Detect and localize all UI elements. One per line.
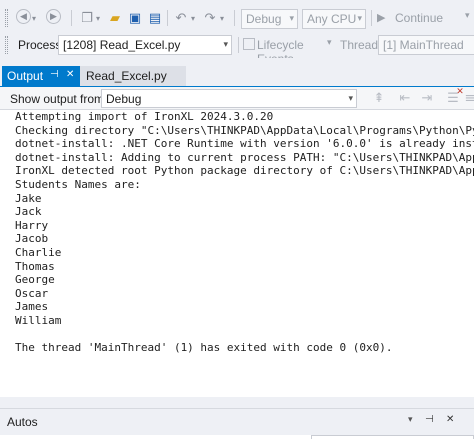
chevron-down-icon: ▾ xyxy=(357,14,362,24)
output-lines: Attempting import of IronXL 2024.3.0.20 C… xyxy=(15,110,474,355)
output-line: Checking directory "C:\Users\THINKPAD\Ap… xyxy=(15,123,474,137)
lifecycle-events-button[interactable]: Lifecycle Events xyxy=(241,36,335,66)
play-icon: ▶ xyxy=(377,11,386,24)
lifecycle-events-icon xyxy=(243,38,255,50)
redo-icon[interactable]: ↷ xyxy=(201,9,219,27)
pin-icon[interactable]: ⊣ xyxy=(50,69,59,80)
process-select[interactable]: [1208] Read_Excel.py ▾ xyxy=(58,35,232,55)
output-line: Students Names are: xyxy=(15,177,141,191)
autos-search-box-edge[interactable] xyxy=(311,435,474,439)
autos-title: Autos xyxy=(7,415,38,429)
tab-output[interactable]: Output ⊣ ✕ xyxy=(2,66,80,87)
output-line: dotnet-install: Adding to current proces… xyxy=(15,150,474,164)
tab-read-excel[interactable]: Read_Excel.py xyxy=(80,66,186,87)
output-source-select[interactable]: Debug ▾ xyxy=(101,89,357,108)
chevron-down-icon[interactable]: ▾ xyxy=(189,9,197,27)
output-line: Attempting import of IronXL 2024.3.0.20 xyxy=(15,110,274,123)
output-line: IronXL detected root Python package dire… xyxy=(15,164,474,178)
output-line: William xyxy=(15,313,62,327)
output-line: Jacob xyxy=(15,232,49,246)
word-wrap-icon[interactable]: ≡ xyxy=(465,89,474,107)
output-line: George xyxy=(15,273,55,287)
output-line: Jake xyxy=(15,191,42,205)
thread-value: [1] MainThread xyxy=(383,38,464,52)
continue-label: Continue xyxy=(395,11,444,25)
close-icon[interactable]: ✕ xyxy=(446,414,454,425)
toolbar-grip[interactable] xyxy=(5,36,8,54)
tab-read-excel-label: Read_Excel.py xyxy=(86,69,167,83)
chevron-down-icon: ▾ xyxy=(348,94,353,104)
output-line: dotnet-install: .NET Core Runtime with v… xyxy=(15,137,474,151)
debug-location-toolbar: Process: [1208] Read_Excel.py ▾ Lifecycl… xyxy=(0,32,474,66)
solution-config-value: Debug xyxy=(246,12,282,26)
continue-button[interactable]: ▶ Continue ▾ xyxy=(375,10,474,28)
output-line: Oscar xyxy=(15,286,49,300)
pin-icon[interactable]: ⊣ xyxy=(425,414,434,425)
chevron-down-icon[interactable]: ▾ xyxy=(327,38,332,48)
platform-value: Any CPU xyxy=(307,12,357,26)
forward-icon[interactable]: ▶ xyxy=(46,9,61,24)
tab-output-label: Output xyxy=(7,69,44,83)
back-icon[interactable]: ◀ xyxy=(16,9,31,24)
thread-select[interactable]: [1] MainThread xyxy=(378,35,474,55)
open-folder-icon[interactable]: ▰ xyxy=(106,9,124,27)
toolbar-separator xyxy=(167,10,168,26)
output-line: James xyxy=(15,300,49,314)
show-output-label: Show output from: xyxy=(10,92,108,106)
find-message-icon[interactable]: ⇞ xyxy=(370,89,388,107)
save-icon[interactable]: ▣ xyxy=(126,9,144,27)
autos-header: Autos ▾ ⊣ ✕ xyxy=(0,408,474,439)
output-text-area[interactable]: Attempting import of IronXL 2024.3.0.20 C… xyxy=(0,110,474,397)
solution-config-select[interactable]: Debug ▾ xyxy=(241,9,298,29)
chevron-down-icon: ▾ xyxy=(465,11,470,21)
output-line: Harry xyxy=(15,218,49,232)
chevron-down-icon[interactable]: ▾ xyxy=(408,415,413,425)
toolbar-separator xyxy=(71,10,72,26)
chevron-down-icon: ▾ xyxy=(223,40,228,50)
output-line: The thread 'MainThread' (1) has exited w… xyxy=(15,341,393,355)
output-line: Jack xyxy=(15,205,42,219)
clear-all-x-icon[interactable]: ✕ xyxy=(455,87,465,97)
tab-strip: Output ⊣ ✕ Read_Excel.py xyxy=(0,58,474,88)
chevron-down-icon: ▾ xyxy=(289,14,294,24)
close-icon[interactable]: ✕ xyxy=(66,69,74,80)
toolbar-separator xyxy=(238,37,239,53)
process-value: [1208] Read_Excel.py xyxy=(63,38,181,52)
main-toolbar: ◀ ▾ ▶ ❐ ▾ ▰ ▣ ▤ ↶ ▾ ↷ ▾ Debug ▾ Any CPU … xyxy=(0,0,474,32)
undo-icon[interactable]: ↶ xyxy=(172,9,190,27)
next-message-icon[interactable]: ⇥ xyxy=(418,89,436,107)
save-all-icon[interactable]: ▤ xyxy=(146,9,164,27)
toolbar-grip[interactable] xyxy=(5,9,8,27)
panel-splitter[interactable] xyxy=(0,397,474,408)
chevron-down-icon[interactable]: ▾ xyxy=(94,9,102,27)
toolbar-separator xyxy=(234,10,235,26)
chevron-down-icon[interactable]: ▾ xyxy=(218,9,226,27)
output-line: Charlie xyxy=(15,245,62,259)
output-source-value: Debug xyxy=(106,92,142,106)
thread-label: Thread: xyxy=(340,38,382,52)
output-line: Thomas xyxy=(15,259,55,273)
toolbar-separator xyxy=(371,10,372,26)
output-header: Show output from: Debug ▾ ⇞ ⇤ ⇥ ☰ ✕ ≡ xyxy=(0,87,474,110)
platform-select[interactable]: Any CPU ▾ xyxy=(302,9,366,29)
chevron-down-icon[interactable]: ▾ xyxy=(30,9,38,27)
previous-message-icon[interactable]: ⇤ xyxy=(396,89,414,107)
